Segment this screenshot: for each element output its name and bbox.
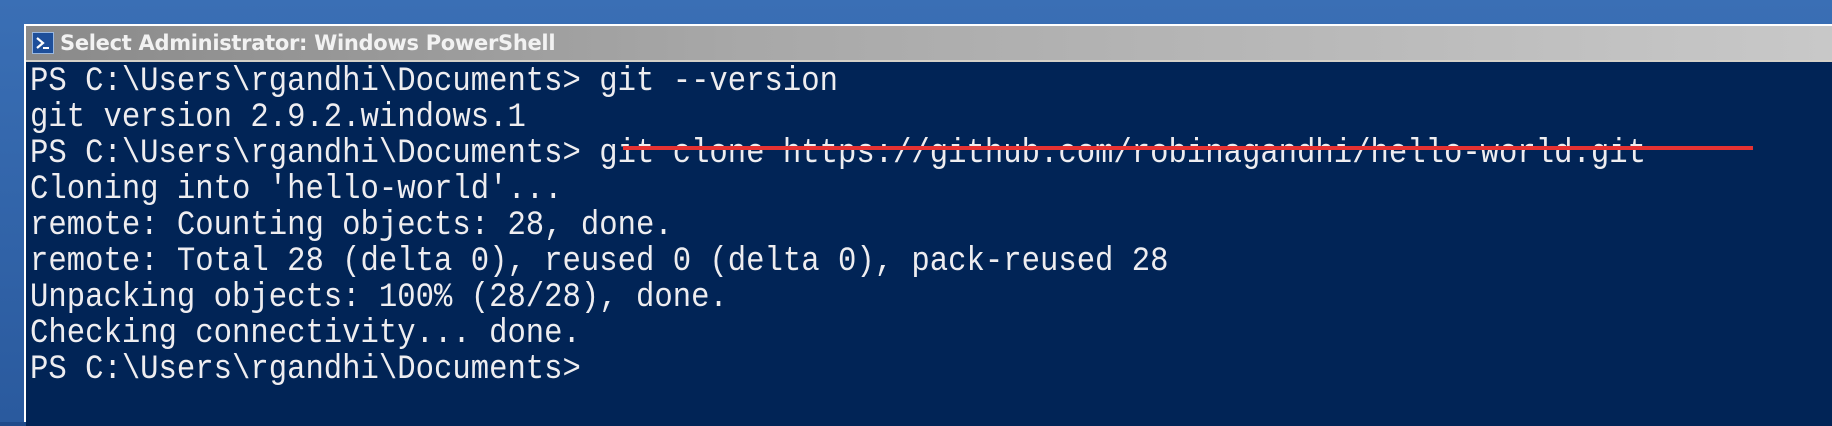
console-line: PS C:\Users\rgandhi\Documents> git --ver…: [30, 63, 838, 101]
powershell-window: Select Administrator: Windows PowerShell…: [0, 0, 1832, 426]
console-prompt: PS C:\Users\rgandhi\Documents>: [30, 351, 581, 389]
console-line: remote: Total 28 (delta 0), reused 0 (de…: [30, 243, 1169, 281]
title-bar[interactable]: Select Administrator: Windows PowerShell: [26, 26, 1832, 60]
console-line: Cloning into 'hello-world'...: [30, 171, 563, 209]
window-title: Select Administrator: Windows PowerShell: [60, 31, 556, 55]
powershell-icon[interactable]: [32, 32, 54, 54]
console-line: Checking connectivity... done.: [30, 315, 581, 353]
window-frame: Select Administrator: Windows PowerShell…: [24, 24, 1832, 426]
console-line: remote: Counting objects: 28, done.: [30, 207, 673, 245]
red-underline-annotation: [623, 146, 1753, 150]
console-output[interactable]: PS C:\Users\rgandhi\Documents> git --ver…: [26, 62, 1832, 426]
console-line: git version 2.9.2.windows.1: [30, 99, 526, 137]
console-line: PS C:\Users\rgandhi\Documents> git clone…: [30, 135, 1646, 173]
console-line: Unpacking objects: 100% (28/28), done.: [30, 279, 728, 317]
